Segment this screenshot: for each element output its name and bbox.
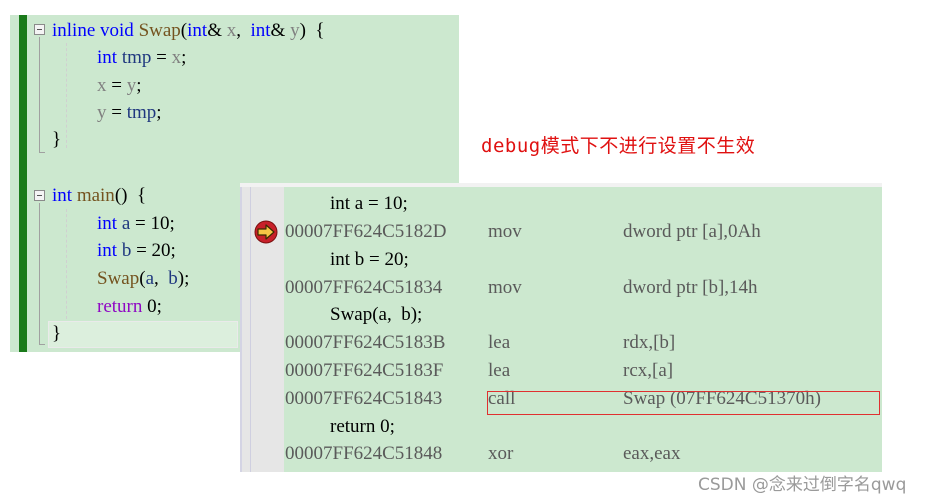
code-token: b [168, 268, 178, 289]
code-token: = [151, 47, 172, 68]
fold-guide-swap [39, 37, 40, 152]
code-token: int [52, 185, 73, 206]
instruction-pointer-arrow-icon [254, 220, 278, 244]
source-code-text: int a = 10; [330, 193, 408, 214]
code-line: x = y; [97, 72, 142, 99]
code-line: y = tmp; [97, 99, 162, 126]
fold-guide-end [39, 152, 45, 153]
code-line-close-brace: } [52, 129, 62, 150]
call-instruction-highlight-box [487, 391, 880, 415]
code-token: ; [156, 102, 162, 123]
gutter-divider [250, 183, 251, 472]
change-tracking-bar [19, 15, 27, 352]
instruction-operands: dword ptr [b],14h [623, 277, 758, 298]
code-token: Swap [97, 268, 140, 289]
fold-guide-end [39, 344, 45, 345]
code-token: = 10; [130, 213, 175, 234]
code-token: y [290, 20, 300, 41]
watermark: CSDN @念来过倒字名qwq [698, 475, 907, 495]
code-token: b [121, 240, 132, 261]
code-token: x [226, 20, 237, 41]
instruction-mnemonic: lea [488, 360, 511, 381]
code-token: int [97, 47, 118, 68]
code-token: ) { [299, 20, 325, 41]
instruction-operands: dword ptr [a],0Ah [623, 221, 761, 242]
code-line: return 0; [97, 293, 162, 320]
fold-guide-main [39, 203, 40, 344]
code-token: int [250, 20, 271, 41]
code-line: int b = 20; [97, 237, 176, 264]
collapse-swap-function-icon[interactable] [34, 24, 45, 35]
code-token: () { [114, 185, 147, 206]
code-token: ; [136, 75, 142, 96]
instruction-address: 00007FF624C5182D [285, 221, 447, 242]
code-token: void [100, 20, 134, 41]
instruction-mnemonic: xor [488, 443, 514, 464]
source-code-text: int b = 20; [330, 249, 409, 270]
code-line-swap-signature: inline void Swap(int& x, int& y) { [52, 17, 325, 44]
code-token: 0; [142, 296, 162, 317]
instruction-address: 00007FF624C51848 [285, 443, 443, 464]
code-line-close-brace: } [52, 323, 62, 344]
source-code-text: return 0; [330, 416, 395, 437]
instruction-address: 00007FF624C51834 [285, 277, 443, 298]
code-token: ; [181, 47, 187, 68]
code-token: x [171, 47, 182, 68]
code-token: & [270, 20, 291, 41]
code-token: int [187, 20, 208, 41]
code-token: int [97, 213, 118, 234]
code-line-main-signature: int main() { [52, 182, 146, 209]
code-token: return [97, 296, 143, 317]
code-token: = [106, 75, 127, 96]
source-code-text: Swap(a, b); [330, 304, 423, 325]
code-token: y [97, 102, 107, 123]
code-token: & [207, 20, 227, 41]
instruction-operands: rcx,[a] [623, 360, 674, 381]
panel-top-border [240, 183, 882, 187]
instruction-operands: rdx,[b] [623, 332, 676, 353]
current-line-highlight [48, 321, 238, 348]
code-token: = 20; [131, 240, 176, 261]
code-token: a [121, 213, 131, 234]
code-token: int [97, 240, 118, 261]
indent-guide [66, 209, 67, 319]
code-line: Swap(a, b); [97, 265, 189, 292]
annotation-text: debug模式下不进行设置不生效 [481, 135, 756, 157]
code-line: int a = 10; [97, 210, 175, 237]
indent-guide [66, 43, 67, 148]
code-token: tmp [121, 47, 152, 68]
instruction-address: 00007FF624C51843 [285, 388, 443, 409]
code-token: x [97, 75, 107, 96]
collapse-main-function-icon[interactable] [34, 190, 45, 201]
code-token: y [126, 75, 137, 96]
code-token: ); [177, 268, 190, 289]
code-token: , [236, 20, 251, 41]
code-token: , [154, 268, 169, 289]
code-token: main [76, 185, 115, 206]
instruction-mnemonic: mov [488, 277, 522, 298]
instruction-mnemonic: mov [488, 221, 522, 242]
code-token: tmp [126, 102, 157, 123]
instruction-address: 00007FF624C5183B [285, 332, 446, 353]
code-token: inline [52, 20, 96, 41]
code-token: a [145, 268, 154, 289]
instruction-address: 00007FF624C5183F [285, 360, 444, 381]
instruction-mnemonic: lea [488, 332, 511, 353]
disassembly-window[interactable]: int a = 10; 00007FF624C5182D mov dword ptr … [240, 183, 882, 472]
code-line: int tmp = x; [97, 44, 186, 71]
code-token: Swap [138, 20, 181, 41]
instruction-operands: eax,eax [623, 443, 681, 464]
code-token: = [106, 102, 127, 123]
